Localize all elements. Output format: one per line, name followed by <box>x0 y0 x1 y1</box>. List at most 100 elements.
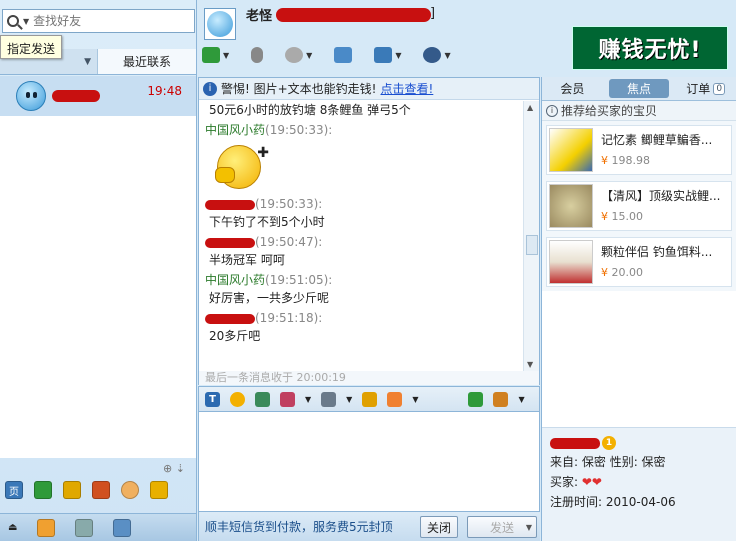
emoji-icon[interactable] <box>230 391 245 407</box>
product-name[interactable]: 颗粒伴侣 钓鱼饵料... <box>601 244 731 260</box>
redacted-seller-name <box>550 437 600 449</box>
last-message-info: 最后一条消息收于 20:00:19 <box>199 371 539 385</box>
info-icon: i <box>203 81 217 96</box>
tooltip: 指定发送 <box>0 35 63 59</box>
heart-rating-icon: ❤❤ <box>581 475 602 489</box>
screen-share-button[interactable]: ▼ <box>374 47 401 63</box>
chat-toolbar: ▼ ▼ ▼ ▼ <box>202 47 451 63</box>
chevron-down-icon[interactable]: ▼ <box>346 395 352 404</box>
product-image[interactable] <box>549 184 593 228</box>
tab-recent-contacts[interactable]: 最近联系 <box>98 49 196 74</box>
seller-name: 1 <box>550 434 729 452</box>
send-button[interactable]: 发送 ▼ <box>467 516 537 538</box>
shop-nav-icon[interactable] <box>37 518 56 537</box>
send-hint: 顺丰短信货到付款，服务费5元封顶 <box>205 520 393 534</box>
scroll-up-icon: ▲ <box>527 103 534 112</box>
product-image[interactable] <box>549 240 593 284</box>
product-price: ¥ 20.00 <box>601 266 643 279</box>
collapse-up-icon[interactable]: ⏏ <box>8 522 17 533</box>
product-name[interactable]: 【清风】顶级实战鲤... <box>601 188 731 204</box>
bell-icon[interactable] <box>362 391 378 407</box>
chevron-down-icon[interactable]: ▼ <box>305 395 311 404</box>
redacted-sender-name <box>205 199 255 210</box>
redacted-sender-name <box>205 237 255 248</box>
avatar <box>16 81 46 111</box>
contact-name: 老怪 <box>246 9 273 24</box>
list-item[interactable]: 19:48 <box>0 76 196 116</box>
tab-focus[interactable]: 焦点 <box>608 79 670 98</box>
chevron-down-icon[interactable]: ▼ <box>23 17 29 26</box>
chat-scrollbar[interactable]: ▲ ▼ <box>523 101 539 371</box>
seller-info: 1 来自: 保密 性别: 保密 买家: ❤❤ 注册时间: 2010-04-06 <box>542 427 736 541</box>
contact-list: 19:48 <box>0 76 196 458</box>
order-count-badge: 0 <box>713 82 726 95</box>
product-card[interactable]: 颗粒伴侣 钓鱼饵料... ¥ 20.00 <box>546 237 732 287</box>
message-text: 50元6小时的放钓塘 8条鲤鱼 弹弓5个 <box>209 103 411 117</box>
chat-header: 老怪 ] ▼ ▼ ▼ ▼ 赚钱无忧! <box>198 0 736 76</box>
product-price: ¥ 15.00 <box>601 210 643 223</box>
product-card[interactable]: 记忆素 鲫鲤草鳊香... ¥ 198.98 <box>546 125 732 175</box>
seller-registered: 注册时间: 2010-04-06 <box>550 495 676 509</box>
close-button[interactable]: 关闭 <box>420 516 458 538</box>
contact-avatar[interactable] <box>204 8 236 40</box>
chat-history: i 警惕! 图片+文本也能钓走钱! 点击查看! 50元6小时的放钓塘 8条鲤鱼 … <box>198 77 540 385</box>
message-sender: (19:50:33): <box>205 195 521 213</box>
chevron-down-icon[interactable]: ▼ <box>84 57 91 67</box>
tab-member[interactable]: 会员 <box>542 77 603 100</box>
redacted-sender-name <box>205 313 255 324</box>
screenshot-icon[interactable] <box>280 391 295 407</box>
font-icon[interactable]: T <box>205 391 220 407</box>
message-sender: (19:50:47): <box>205 233 521 251</box>
seller-buyer-level: 买家: ❤❤ <box>550 475 602 489</box>
video-button[interactable]: ▼ <box>285 47 312 63</box>
settings-icon[interactable] <box>75 518 94 537</box>
search-icon[interactable] <box>7 15 19 27</box>
message-button[interactable] <box>334 47 353 63</box>
message-sender: 中国风小药(19:50:33): <box>205 123 333 137</box>
message-text: 半场冠军 呵呵 <box>209 253 285 267</box>
scrollbar-thumb <box>526 235 538 255</box>
app-icon[interactable]: 页 <box>5 481 23 499</box>
info-icon: i <box>546 104 558 117</box>
product-image[interactable] <box>549 128 593 172</box>
shop-icon[interactable] <box>92 481 110 499</box>
quick-reply-icon[interactable] <box>321 391 337 407</box>
monitor-icon[interactable] <box>113 518 132 537</box>
image-icon[interactable] <box>255 391 270 407</box>
chevron-down-icon[interactable]: ▼ <box>518 395 524 404</box>
product-card[interactable]: 【清风】顶级实战鲤... ¥ 15.00 <box>546 181 732 231</box>
transfer-button[interactable]: ▼ <box>202 47 229 63</box>
message-text: 下午钓了不到5个小时 <box>209 215 325 229</box>
recommend-header: i 推荐给买家的宝贝 <box>542 101 736 121</box>
warning-link[interactable]: 点击查看! <box>381 80 434 97</box>
message-sender: 中国风小药(19:51:05): <box>205 273 333 287</box>
warning-bar: i 警惕! 图片+文本也能钓走钱! 点击查看! <box>199 78 539 100</box>
gift-icon[interactable] <box>34 481 52 499</box>
product-name[interactable]: 记忆素 鲫鲤草鳊香... <box>601 132 731 148</box>
seller-location-gender: 来自: 保密 性别: 保密 <box>550 455 666 469</box>
warning-text: 警惕! 图片+文本也能钓走钱! <box>221 82 377 96</box>
rank-icon: 1 <box>602 436 616 450</box>
heart-icon[interactable] <box>387 391 403 407</box>
ad-banner[interactable]: 赚钱无忧! <box>572 26 728 70</box>
shop-panel: 会员 焦点 订单 0 i 推荐给买家的宝贝 记忆素 鲫鲤草鳊香... ¥ 198.… <box>541 77 736 541</box>
message-text: 20多斤吧 <box>209 329 261 343</box>
security-button[interactable]: ▼ <box>423 47 451 63</box>
message-input[interactable] <box>198 412 540 512</box>
forward-icon[interactable] <box>468 391 484 407</box>
note-icon[interactable] <box>150 481 168 499</box>
bottom-nav: ⏏ <box>0 513 196 541</box>
plugin-toolbar: 页 <box>0 470 196 510</box>
chevron-down-icon[interactable]: ▼ <box>412 395 418 404</box>
tab-order[interactable]: 订单 0 <box>675 77 736 100</box>
message-text: 好厉害，一共多少斤呢 <box>209 291 330 305</box>
package-icon[interactable] <box>63 481 81 499</box>
product-price: ¥ 198.98 <box>601 154 650 167</box>
search-input[interactable] <box>33 14 194 28</box>
history-icon[interactable] <box>493 391 509 407</box>
contact-time: 19:48 <box>147 84 182 98</box>
peanut-icon[interactable] <box>121 481 139 499</box>
friend-search-box[interactable]: ▼ <box>2 9 195 33</box>
voice-button[interactable] <box>251 47 264 63</box>
contact-title-bracket: ] <box>430 6 436 21</box>
